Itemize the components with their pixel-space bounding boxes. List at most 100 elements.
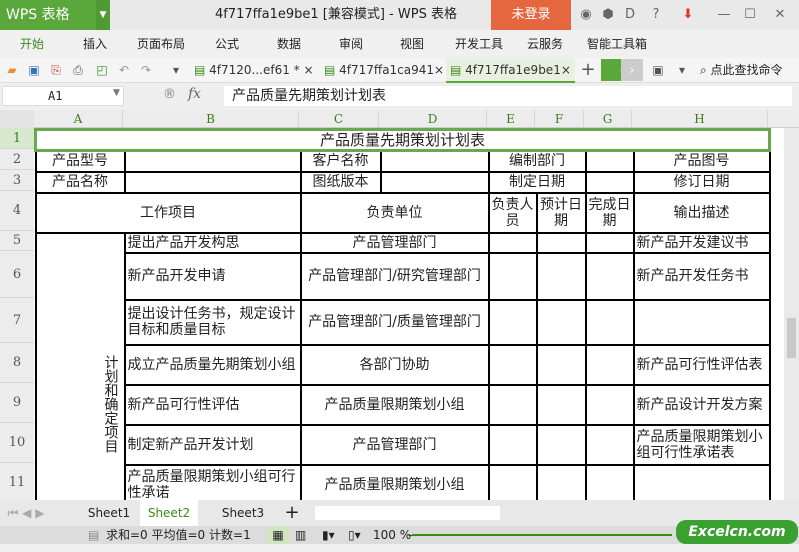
cell-empty[interactable]	[584, 383, 635, 426]
cell-empty[interactable]	[535, 343, 587, 386]
row-header[interactable]: 10	[0, 423, 34, 463]
save-icon[interactable]: ▣	[26, 62, 42, 78]
unit-cell[interactable]: 产品质量限期策划小组	[299, 463, 490, 500]
cell-label[interactable]: 修订日期	[632, 170, 771, 194]
present-icon[interactable]: ▣	[650, 62, 666, 78]
unit-cell[interactable]: 产品管理部门	[299, 423, 490, 466]
cell-empty[interactable]	[487, 383, 538, 426]
cell-label[interactable]: 客户名称	[299, 149, 382, 173]
scroll-thumb[interactable]	[787, 318, 796, 358]
normal-view-icon[interactable]: ▦	[267, 526, 289, 544]
column-header[interactable]: F	[535, 110, 584, 128]
cell-empty[interactable]	[487, 231, 538, 254]
header-done-date[interactable]: 完成日期	[584, 191, 635, 234]
help-icon[interactable]: ?	[648, 7, 664, 23]
formula-input[interactable]: 产品质量先期策划计划表	[224, 86, 792, 106]
close-icon[interactable]: ✕	[772, 7, 788, 23]
task-cell[interactable]: 新产品开发申请	[123, 251, 302, 301]
header-planned-date[interactable]: 预计日期	[535, 191, 587, 234]
doc-tab-3[interactable]: ▤ 4f717ffa1e9be1×	[446, 58, 575, 83]
menu-page-layout[interactable]: 页面布局	[137, 30, 185, 58]
menu-insert[interactable]: 插入	[83, 30, 107, 58]
row-header[interactable]: 5	[0, 231, 34, 251]
menu-review[interactable]: 审阅	[339, 30, 363, 58]
sheet-grid[interactable]: 产品质量先期策划计划表 产品型号 客户名称 编制部门 产品图号 产品名称 图纸版…	[34, 128, 784, 500]
column-header[interactable]: E	[487, 110, 535, 128]
cell-title[interactable]: 产品质量先期策划计划表	[34, 128, 772, 152]
name-box[interactable]: A1	[2, 86, 124, 106]
row-header[interactable]: 6	[0, 251, 34, 298]
tab-list-icon[interactable]: ▾	[674, 62, 690, 78]
cell-empty[interactable]	[487, 463, 538, 500]
menu-smart-tools[interactable]: 智能工具箱	[587, 30, 647, 58]
header-unit[interactable]: 负责单位	[299, 191, 490, 234]
cell-label[interactable]: 产品图号	[632, 149, 771, 173]
close-tab-icon[interactable]: ×	[304, 63, 314, 77]
chevron-down-icon[interactable]: ▼	[113, 88, 120, 98]
output-cell[interactable]: 新产品可行性评估表	[632, 343, 771, 386]
task-cell[interactable]: 提出设计任务书，规定设计目标和质量目标	[123, 298, 302, 346]
undo-icon[interactable]: ↶	[116, 62, 132, 78]
zoom-level[interactable]: 100 %	[373, 526, 411, 544]
cell-empty[interactable]	[584, 298, 635, 346]
zoom-search-icon[interactable]: ®	[163, 87, 176, 102]
unit-cell[interactable]: 产品管理部门/质量管理部门	[299, 298, 490, 346]
print-preview-icon[interactable]: ◰	[94, 62, 110, 78]
header-output[interactable]: 输出描述	[632, 191, 771, 234]
zoom-slider[interactable]	[412, 534, 672, 536]
cell-label[interactable]: 产品型号	[34, 149, 126, 173]
page-break-view-icon[interactable]: ▥	[295, 526, 306, 544]
output-cell[interactable]: 新产品设计开发方案	[632, 383, 771, 426]
cell-empty[interactable]	[487, 298, 538, 346]
vertical-scrollbar[interactable]	[784, 128, 799, 500]
output-cell[interactable]: 新产品开发建议书	[632, 231, 771, 254]
eye-protect-icon[interactable]: ▯▾	[348, 526, 361, 544]
cell-label[interactable]: 产品名称	[34, 170, 126, 194]
column-header[interactable]: C	[299, 110, 379, 128]
cell-label[interactable]: 图纸版本	[299, 170, 382, 194]
task-cell[interactable]: 成立产品质量先期策划小组	[123, 343, 302, 386]
cell-empty[interactable]	[379, 149, 490, 173]
menu-cloud[interactable]: 云服务	[527, 30, 563, 58]
column-header[interactable]: H	[632, 110, 768, 128]
add-sheet-icon[interactable]: +	[282, 500, 302, 526]
column-header[interactable]: D	[379, 110, 487, 128]
output-cell[interactable]: 新产品开发任务书	[632, 251, 771, 301]
column-header[interactable]: G	[584, 110, 632, 128]
open-icon[interactable]: ▰	[4, 62, 20, 78]
unit-cell[interactable]: 产品质量限期策划小组	[299, 383, 490, 426]
task-cell[interactable]: 新产品可行性评估	[123, 383, 302, 426]
sheet-tab-1[interactable]: Sheet1	[80, 500, 138, 526]
unit-cell[interactable]: 产品管理部门/研究管理部门	[299, 251, 490, 301]
menu-formula[interactable]: 公式	[215, 30, 239, 58]
cell-empty[interactable]	[535, 298, 587, 346]
cell-empty[interactable]	[487, 251, 538, 301]
menu-view[interactable]: 视图	[400, 30, 424, 58]
minimize-icon[interactable]: —	[716, 7, 732, 23]
cell-empty[interactable]	[584, 343, 635, 386]
print-icon[interactable]: ⎙	[70, 62, 86, 78]
sheet-tab-2[interactable]: Sheet2	[140, 500, 198, 526]
output-cell[interactable]: 产品质量限期策划小组可行性承诺表	[632, 423, 771, 466]
menu-data[interactable]: 数据	[277, 30, 301, 58]
fx-icon[interactable]: fx	[188, 86, 201, 102]
cell-empty[interactable]	[584, 149, 635, 173]
row-header[interactable]: 11	[0, 463, 34, 503]
chevron-down-icon[interactable]: ▼	[96, 0, 110, 30]
task-cell[interactable]: 制定新产品开发计划	[123, 423, 302, 466]
task-cell[interactable]: 产品质量限期策划小组可行性承诺	[123, 463, 302, 500]
sheet-nav-icons[interactable]: ⏮ ◀ ▶ ⏭	[4, 500, 48, 546]
close-tab-icon[interactable]: ×	[561, 63, 571, 77]
row-header[interactable]: 8	[0, 343, 34, 383]
task-cell[interactable]: 提出产品开发构思	[123, 231, 302, 254]
doc-tab-2[interactable]: ▤ 4f717ffa1ca941×	[320, 58, 446, 83]
login-button[interactable]: 未登录	[491, 0, 571, 30]
row-header[interactable]: 1	[0, 128, 34, 149]
cell-empty[interactable]	[535, 231, 587, 254]
command-search[interactable]: ⌕ 点此查找命令	[700, 58, 783, 83]
new-tab-icon[interactable]: +	[580, 61, 596, 79]
cell-empty[interactable]	[123, 170, 302, 194]
doc-tab-1[interactable]: ▤ 4f7120...ef61 * ×	[190, 58, 318, 83]
group-cell[interactable]: 计划和确定项目	[34, 231, 126, 500]
header-person[interactable]: 负责人员	[487, 191, 538, 234]
